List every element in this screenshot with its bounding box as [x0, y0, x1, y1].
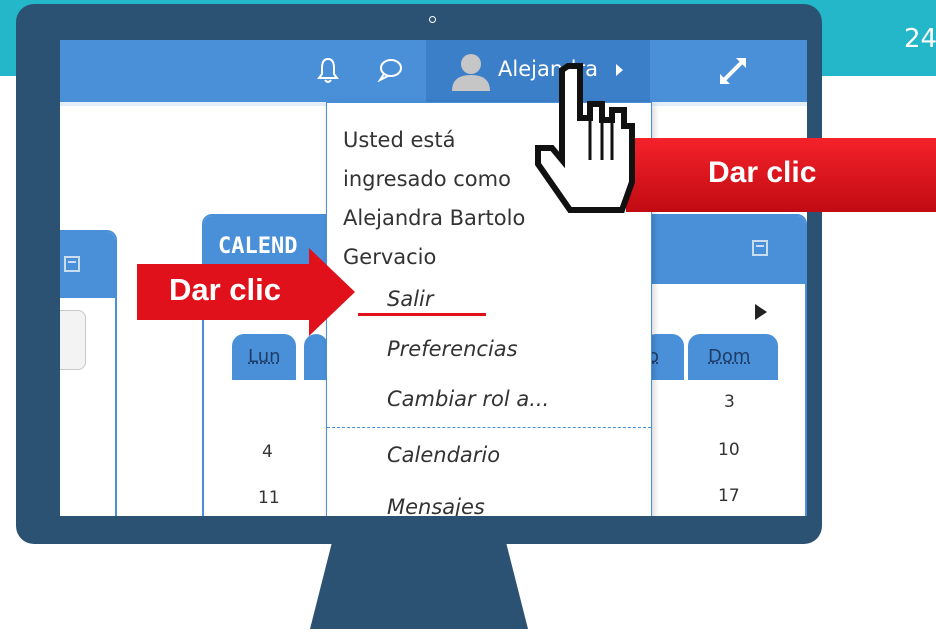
left-block — [60, 230, 117, 516]
slide-page-number: 24 — [904, 24, 936, 54]
top-navbar: Alejandra — [60, 40, 807, 102]
calendar-day[interactable]: 4 — [262, 442, 273, 462]
info-line: Gervacio — [343, 245, 437, 269]
callout-right-text: Dar clic — [708, 156, 817, 189]
bell-icon[interactable] — [317, 56, 339, 84]
expand-arrows-icon[interactable] — [716, 54, 750, 88]
menu-item-salir[interactable]: Salir — [387, 287, 434, 311]
minimize-icon[interactable] — [64, 256, 80, 272]
salir-underline-annotation — [358, 313, 486, 316]
callout-right: Dar clic — [626, 138, 936, 212]
slide: 24 Alejandra CALEND Lun o Dom 3 4 10 11 … — [0, 0, 936, 632]
menu-item-calendario[interactable]: Calendario — [387, 443, 500, 467]
menu-divider — [327, 427, 651, 428]
next-month-arrow-icon[interactable] — [755, 304, 767, 320]
calendar-day[interactable]: 11 — [258, 488, 280, 508]
calendar-day[interactable]: 10 — [718, 440, 740, 460]
menu-item-preferencias[interactable]: Preferencias — [387, 337, 518, 361]
calendar-day[interactable]: 3 — [724, 392, 735, 412]
hand-pointer-icon — [535, 63, 635, 213]
callout-left-text: Dar clic — [169, 272, 282, 307]
chat-bubble-icon[interactable] — [377, 58, 403, 82]
day-label: Dom — [708, 346, 751, 367]
avatar — [452, 54, 490, 91]
webcam-dot — [429, 16, 436, 23]
menu-item-mensajes[interactable]: Mensajes — [387, 495, 485, 516]
minimize-icon[interactable] — [752, 240, 768, 256]
left-block-header — [60, 232, 115, 298]
menu-item-cambiar-rol[interactable]: Cambiar rol a... — [387, 387, 549, 411]
day-header-mar — [304, 334, 328, 380]
monitor-stand — [310, 543, 528, 629]
left-block-button[interactable] — [60, 310, 86, 370]
day-header-dom: Dom — [688, 334, 778, 380]
day-label: Lun — [248, 346, 281, 367]
day-header-lun: Lun — [232, 334, 296, 380]
calendar-day[interactable]: 17 — [718, 486, 740, 506]
